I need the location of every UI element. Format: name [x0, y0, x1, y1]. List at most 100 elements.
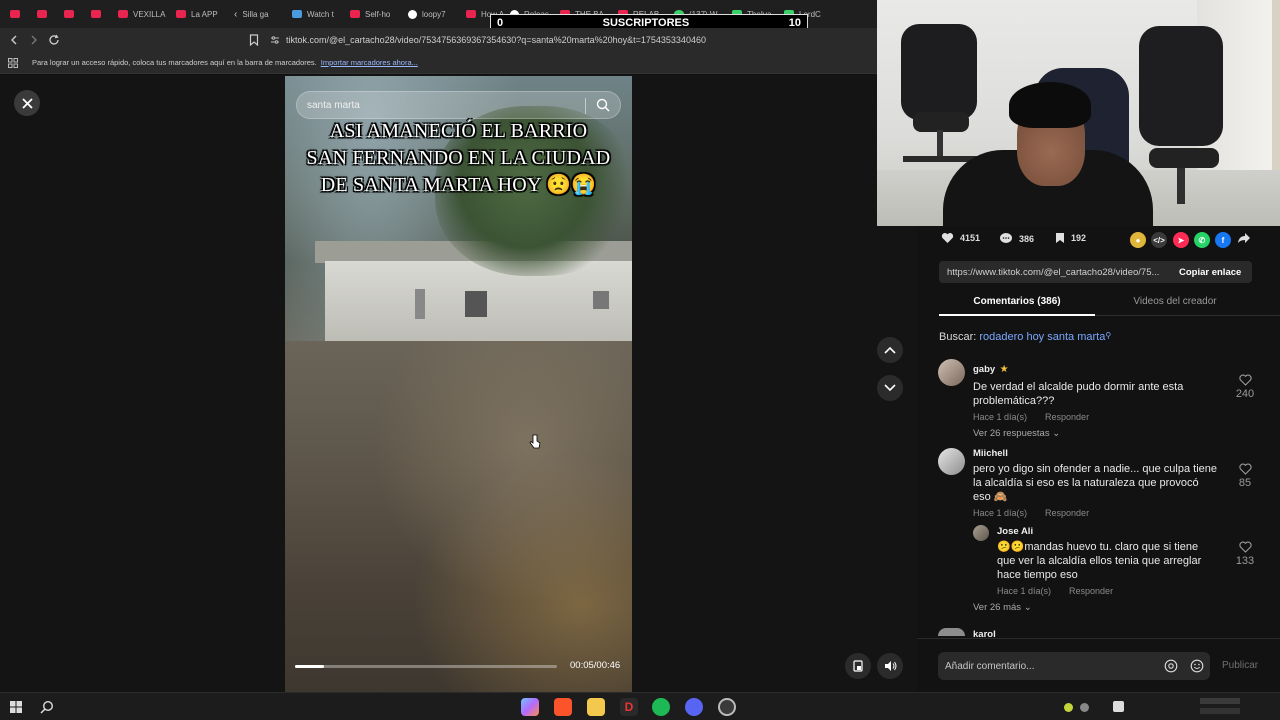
previous-video-button[interactable]: [877, 337, 903, 363]
caption-line: ASI AMANECIÓ EL BARRIO: [329, 120, 588, 142]
forward-button[interactable]: [24, 30, 44, 50]
comment-author[interactable]: gaby: [973, 364, 995, 375]
like-stat[interactable]: 4151: [941, 232, 980, 244]
browser-tab[interactable]: Watch t: [286, 3, 344, 25]
picture-in-picture-button[interactable]: [845, 653, 871, 679]
close-icon: [21, 97, 33, 109]
avatar[interactable]: [938, 448, 965, 475]
comment-like-button[interactable]: 133: [1230, 541, 1260, 567]
spotify-icon[interactable]: [652, 698, 670, 716]
copilot-icon[interactable]: [521, 698, 539, 716]
search-suggestion-prefix: Buscar:: [939, 331, 977, 343]
browser-tab[interactable]: [31, 3, 58, 25]
webcam-overlay: [877, 0, 1280, 226]
discord-icon[interactable]: [685, 698, 703, 716]
comment-stat[interactable]: 386: [999, 232, 1034, 245]
avatar[interactable]: [973, 525, 989, 541]
comment-like-count: 240: [1235, 388, 1255, 400]
browser-tab[interactable]: [58, 3, 85, 25]
share-link-text[interactable]: https://www.tiktok.com/@el_cartacho28/vi…: [939, 267, 1171, 278]
tab-creator-videos[interactable]: Videos del creador: [1095, 296, 1255, 307]
search-suggestion[interactable]: Buscar: rodadero hoy santa marta⚲: [939, 331, 1111, 343]
davinci-icon[interactable]: D: [620, 698, 638, 716]
whatsapp-share-button[interactable]: ✆: [1194, 232, 1210, 248]
link-icon: ‹: [234, 8, 238, 20]
chevron-down-icon: ⌄: [1052, 428, 1061, 439]
mention-icon[interactable]: [1164, 659, 1178, 673]
tray-app-icon[interactable]: [1064, 703, 1073, 712]
comment-like-count: 133: [1235, 555, 1255, 567]
save-count: 192: [1071, 233, 1087, 243]
tray-date[interactable]: [1200, 708, 1240, 714]
file-explorer-icon[interactable]: [587, 698, 605, 716]
browser-tab[interactable]: La APP: [170, 3, 228, 25]
avatar[interactable]: [938, 359, 965, 386]
search-icon[interactable]: [595, 97, 611, 113]
youtube-icon: [64, 10, 74, 18]
browser-tab[interactable]: loopy7: [402, 3, 460, 25]
more-share-button[interactable]: [1237, 231, 1253, 247]
bookmark-icon: [1056, 233, 1064, 243]
brave-browser-icon[interactable]: [554, 698, 572, 716]
share-link-box: https://www.tiktok.com/@el_cartacho28/vi…: [939, 261, 1252, 283]
caption-line: DE SANTA MARTA HOY 😟😭: [320, 174, 597, 196]
view-more-replies-button[interactable]: Ver 26 más ⌄: [973, 602, 1032, 613]
search-icon[interactable]: [40, 700, 54, 714]
tray-app-icon[interactable]: [1113, 701, 1124, 712]
browser-tab[interactable]: ‹ Silla ga: [228, 3, 286, 25]
video-progress-bar[interactable]: [295, 665, 557, 668]
publish-button[interactable]: Publicar: [1222, 660, 1258, 671]
save-stat[interactable]: 192: [1055, 232, 1086, 244]
code-icon: </>: [1153, 235, 1165, 245]
close-button[interactable]: [14, 90, 40, 116]
youtube-icon: [37, 10, 47, 18]
address-bar-row: tiktok.com/@el_cartacho28/video/75347563…: [0, 28, 880, 52]
site-settings-icon: [271, 36, 279, 44]
apps-grid-icon[interactable]: [8, 57, 18, 68]
bookmark-button[interactable]: [244, 30, 264, 50]
tray-app-icon[interactable]: [1080, 703, 1089, 712]
reply-button[interactable]: Responder: [1069, 586, 1113, 596]
url-field[interactable]: tiktok.com/@el_cartacho28/video/75347563…: [270, 32, 870, 48]
import-bookmarks-link[interactable]: Importar marcadores ahora...: [321, 58, 418, 67]
windows-start-icon[interactable]: [10, 701, 22, 713]
avatar[interactable]: [938, 628, 965, 636]
comment-like-button[interactable]: 240: [1230, 374, 1260, 400]
share-coin-button[interactable]: ●: [1130, 232, 1146, 248]
volume-button[interactable]: [877, 653, 903, 679]
browser-tab[interactable]: [4, 3, 31, 25]
active-tab-indicator: [939, 314, 1095, 316]
search-suggestion-query: rodadero hoy santa marta: [979, 331, 1106, 343]
tab-comments[interactable]: Comentarios (386): [939, 296, 1095, 307]
obs-icon[interactable]: [718, 698, 736, 716]
browser-tab[interactable]: [85, 3, 112, 25]
send-button[interactable]: ➤: [1173, 232, 1189, 248]
copy-link-button[interactable]: Copiar enlace: [1171, 267, 1241, 278]
heart-outline-icon: [1238, 541, 1252, 553]
reply-button[interactable]: Responder: [1045, 508, 1089, 518]
emoji-icon[interactable]: [1190, 659, 1204, 673]
view-more-label: Ver 26 más: [973, 602, 1022, 613]
video-player[interactable]: santa marta ASI AMANECIÓ EL BARRIO SAN F…: [285, 76, 632, 692]
browser-tab[interactable]: VEXILLA: [112, 3, 170, 25]
video-search-bar[interactable]: santa marta: [296, 91, 621, 119]
video-time: 00:05/00:46: [570, 660, 621, 671]
bookmark-bar: Para lograr un acceso rápido, coloca tus…: [0, 52, 880, 74]
windows-taskbar: D: [0, 692, 1280, 720]
reload-button[interactable]: [44, 30, 64, 50]
comment-input[interactable]: Añadir comentario...: [938, 652, 1210, 680]
tray-clock[interactable]: [1200, 698, 1240, 704]
reply-button[interactable]: Responder: [1045, 412, 1089, 422]
comment-author[interactable]: Jose Ali: [997, 526, 1219, 537]
comment-author[interactable]: Miichell: [973, 448, 1219, 459]
heart-outline-icon: [1238, 463, 1252, 475]
facebook-share-button[interactable]: f: [1215, 232, 1231, 248]
search-divider: [585, 98, 586, 114]
view-replies-button[interactable]: Ver 26 respuestas ⌄: [973, 428, 1219, 439]
github-icon: [408, 9, 417, 19]
comment-like-button[interactable]: 85: [1230, 463, 1260, 489]
embed-button[interactable]: </>: [1151, 232, 1167, 248]
browser-tab[interactable]: Self-ho: [344, 3, 402, 25]
back-button[interactable]: [4, 30, 24, 50]
next-video-button[interactable]: [877, 375, 903, 401]
